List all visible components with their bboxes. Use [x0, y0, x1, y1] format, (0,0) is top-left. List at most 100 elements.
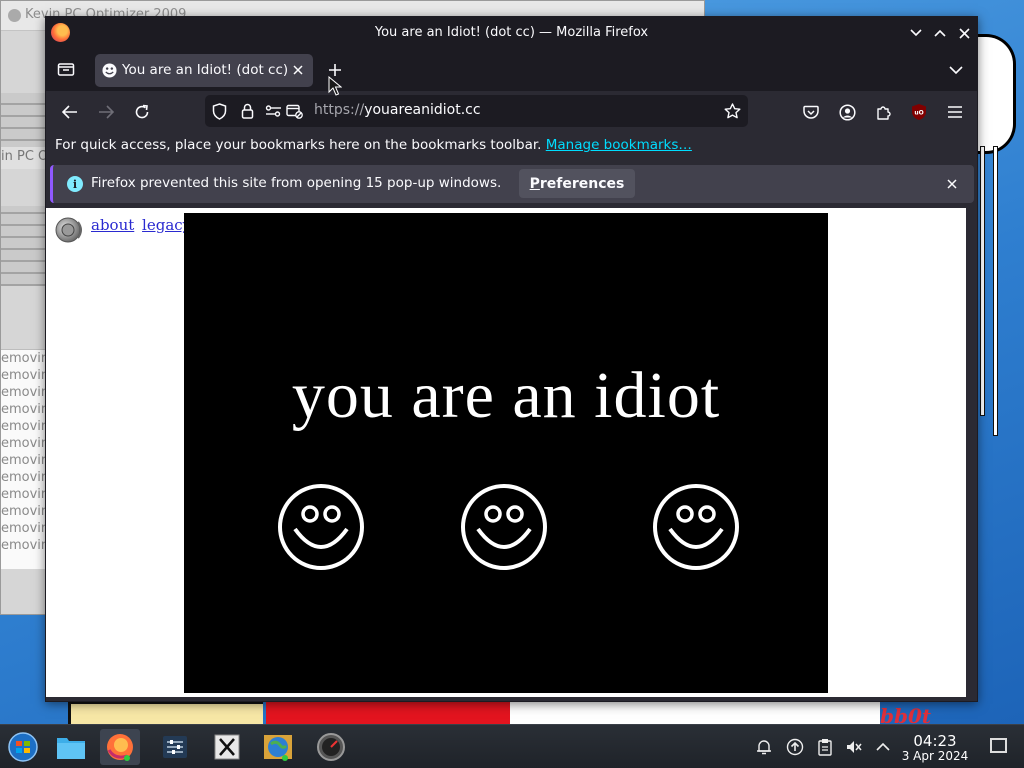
clipboard-icon[interactable]: [816, 738, 834, 756]
taskbar-firefox[interactable]: [100, 729, 140, 765]
close-icon: [293, 65, 303, 75]
folder-icon: [57, 738, 85, 759]
background-cartoon-art: [976, 26, 1024, 436]
close-icon: [958, 27, 970, 39]
background-log-line: emovin: [1, 368, 46, 383]
tab-label: You are an Idiot! (dot cc): [122, 62, 289, 78]
arrow-right-icon: [99, 105, 114, 119]
hamburger-menu-icon: [948, 106, 962, 118]
close-notification-button[interactable]: [943, 175, 961, 193]
preferences-button[interactable]: Preferences: [519, 169, 635, 198]
ublock-shield-icon: uO: [912, 104, 926, 120]
about-link[interactable]: about: [91, 216, 134, 234]
bookmark-star-icon[interactable]: [723, 102, 741, 120]
reload-icon: [135, 104, 149, 119]
permissions-icon[interactable]: [264, 102, 282, 120]
list-all-tabs-button[interactable]: [944, 58, 968, 82]
background-window-subtitle: in PC O: [1, 147, 46, 169]
cartoon-cloud-shape: [976, 34, 1016, 154]
firefox-icon: [107, 734, 133, 761]
background-log-line: emovin: [1, 436, 46, 451]
gauge-icon: [317, 733, 345, 761]
flash-animation-stage[interactable]: you are an idiot: [184, 213, 828, 693]
puzzle-piece-icon: [876, 105, 891, 120]
pocket-button[interactable]: [798, 99, 824, 125]
popup-blocked-icon[interactable]: [285, 102, 303, 120]
navigation-toolbar: https://youareanidiot.cc uO: [46, 91, 977, 131]
taskbar-x-app[interactable]: [207, 729, 247, 765]
cartoon-pole: [993, 146, 998, 436]
maximize-button[interactable]: [930, 23, 950, 43]
background-log-line: emovin: [1, 385, 46, 400]
smiley-face-icon: [653, 484, 739, 570]
volume-muted-icon[interactable]: [845, 738, 863, 756]
background-window-icon: [8, 9, 21, 22]
sliders-icon: [163, 736, 187, 758]
background-art-strip: [266, 702, 510, 724]
brick-graphic: [1, 206, 46, 286]
svg-text:uO: uO: [914, 110, 923, 117]
window-title: You are an Idiot! (dot cc) — Mozilla Fir…: [374, 25, 649, 40]
cartoon-pole: [980, 146, 985, 416]
chevron-down-icon: [910, 29, 922, 37]
minimize-button[interactable]: [906, 23, 926, 43]
firefox-view-button[interactable]: [54, 57, 78, 81]
close-window-button[interactable]: [954, 23, 974, 43]
clock-date[interactable]: 3 Apr 2024: [896, 749, 974, 763]
popup-blocked-notification: i Firefox prevented this site from openi…: [50, 165, 974, 203]
manage-bookmarks-link[interactable]: Manage bookmarks…: [546, 137, 692, 153]
background-log-line: emovin: [1, 402, 46, 417]
notifications-bell-icon[interactable]: [755, 738, 773, 756]
smiley-face-icon: [278, 484, 364, 570]
taskbar-mixer-settings[interactable]: [155, 729, 195, 765]
arrow-left-icon: [62, 105, 77, 119]
tracking-protection-shield-icon[interactable]: [210, 102, 228, 120]
x-window-icon: [214, 734, 240, 760]
close-tab-button[interactable]: [289, 61, 307, 79]
clock-time[interactable]: 04:23: [900, 732, 970, 750]
background-log-line: emovin: [1, 453, 46, 468]
taskbar-globe-installer[interactable]: [258, 729, 298, 765]
lock-icon[interactable]: [238, 102, 256, 120]
url-text[interactable]: https://youareanidiot.cc: [314, 102, 481, 118]
smiley-face-icon: [461, 484, 547, 570]
start-menu-button[interactable]: [3, 729, 43, 765]
tab-you-are-an-idiot[interactable]: You are an Idiot! (dot cc): [95, 54, 313, 87]
forward-button[interactable]: [93, 99, 119, 125]
firefox-window: You are an Idiot! (dot cc) — Mozilla Fir…: [45, 16, 978, 702]
taskbar-disk-utility[interactable]: [311, 729, 351, 765]
extensions-button[interactable]: [870, 99, 896, 125]
account-button[interactable]: [834, 99, 860, 125]
pocket-icon: [803, 105, 819, 119]
smiley-favicon-icon: [102, 63, 117, 78]
globe-icon: [264, 735, 292, 761]
background-log-line: emovin: [1, 504, 46, 519]
reload-button[interactable]: [129, 99, 155, 125]
background-log-line: emovin: [1, 538, 46, 553]
headline-text: you are an idiot: [291, 359, 721, 432]
application-menu-button[interactable]: [942, 99, 968, 125]
background-log-line: emovin: [1, 470, 46, 485]
chevron-up-icon: [934, 29, 946, 37]
taskbar-file-manager[interactable]: [51, 729, 91, 765]
url-bar[interactable]: https://youareanidiot.cc: [205, 95, 748, 127]
updates-icon[interactable]: [786, 738, 804, 756]
mouse-cursor-icon: [328, 76, 342, 96]
start-orb-icon: [8, 732, 38, 762]
chevron-down-icon: [949, 65, 963, 74]
tray-expand-chevron-up-icon[interactable]: [874, 738, 892, 756]
show-desktop-button[interactable]: [990, 738, 1007, 753]
speaker-icon[interactable]: [54, 214, 86, 246]
notification-message: Firefox prevented this site from opening…: [91, 175, 502, 191]
back-button[interactable]: [57, 99, 83, 125]
background-art-strip: [68, 702, 263, 724]
info-icon: i: [67, 176, 83, 192]
background-log-line: emovin: [1, 521, 46, 536]
ublock-origin-button[interactable]: uO: [906, 99, 932, 125]
close-icon: [947, 179, 957, 189]
background-art-strip: [510, 702, 880, 724]
window-titlebar[interactable]: You are an Idiot! (dot cc) — Mozilla Fir…: [46, 17, 977, 49]
background-log-line: emovin: [1, 351, 46, 366]
tab-bar: You are an Idiot! (dot cc): [46, 49, 977, 91]
brick-graphic: [1, 93, 46, 153]
